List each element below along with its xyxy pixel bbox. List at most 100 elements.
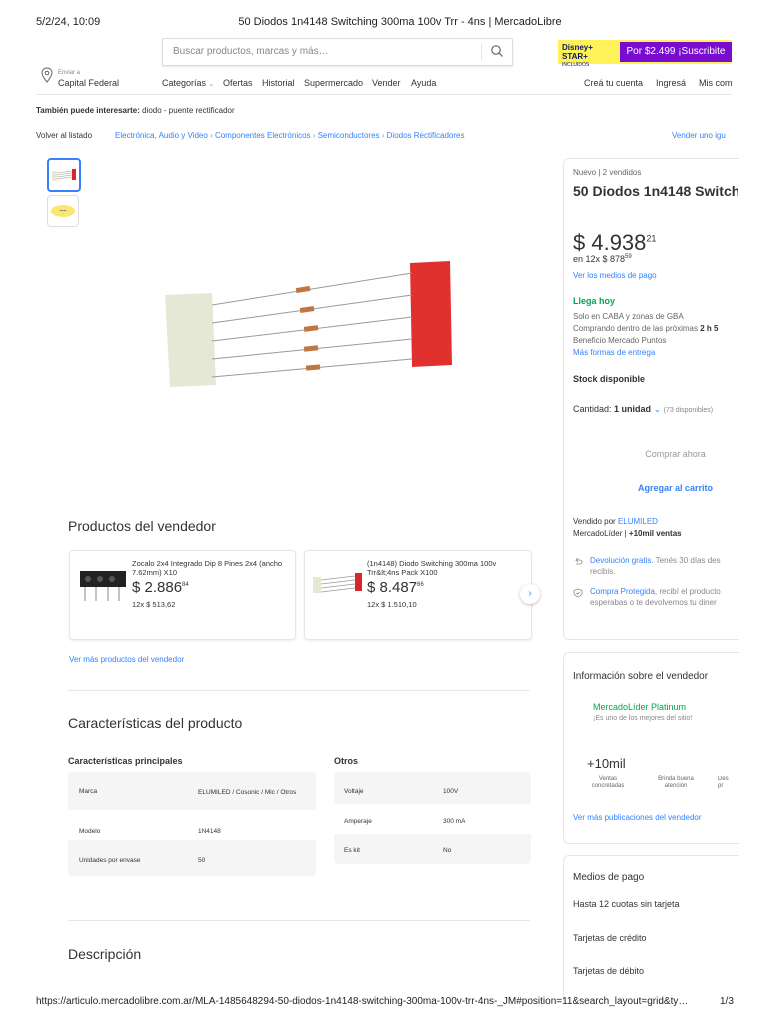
disney-promo-banner[interactable]: Disney+ STAR+ INCLUIDOS Por $2.499 ¡Suscr… <box>558 40 732 68</box>
vendor-more-link[interactable]: Ver más productos del vendedor <box>69 655 184 664</box>
breadcrumb-item[interactable]: Componentes Electrónicos <box>215 131 311 140</box>
search-icon[interactable] <box>490 44 504 58</box>
spec-value: ELUMILED / Cosonic / Mic / Otros <box>198 789 297 796</box>
svg-text:~~: ~~ <box>59 209 67 215</box>
nav-supermercado[interactable]: Supermercado <box>304 78 363 88</box>
specs-other-title: Otros <box>334 756 359 766</box>
chevron-right-icon: › <box>528 588 532 599</box>
chevron-down-icon[interactable]: ⌄ <box>654 404 662 414</box>
chevron-right-icon: › <box>210 131 213 140</box>
nav-categorias[interactable]: Categorías ⌄ <box>162 78 214 88</box>
table-row-alt <box>68 810 316 840</box>
specs-main-table: Marca ELUMILED / Cosonic / Mic / Otros M… <box>68 772 316 876</box>
print-datetime: 5/2/24, 10:09 <box>36 16 101 28</box>
spec-value: 50 <box>198 857 206 864</box>
breadcrumb-item[interactable]: Diodos Rectificadores <box>387 131 465 140</box>
spec-key: Modelo <box>79 828 101 835</box>
vendor-product-price: $ 2.88684 <box>132 579 189 596</box>
search-input[interactable]: Buscar productos, marcas y más… <box>173 46 329 57</box>
seller-level: MercadoLíder Platinum <box>593 702 687 712</box>
brand-logo-thumb: ~~ <box>51 205 75 217</box>
related-links[interactable]: diodo - puente rectificador <box>142 106 235 115</box>
nav-ofertas[interactable]: Ofertas <box>223 78 253 88</box>
product-title: 50 Diodos 1n4148 Switch 300ma 100v Trr -… <box>573 183 738 200</box>
seller-info-title: Información sobre el vendedor <box>573 671 709 682</box>
location-label[interactable]: Enviar a <box>58 70 80 76</box>
breadcrumb-item[interactable]: Electrónica, Audio y Video <box>115 131 208 140</box>
back-to-list-link[interactable]: Volver al listado <box>36 131 92 140</box>
seller-sales-count: +10mil <box>587 756 626 771</box>
search-divider <box>481 43 482 61</box>
product-title-line: 50 Diodos 1n4148 Switch 300ma 100v Trr -… <box>573 183 738 199</box>
chevron-down-icon: ⌄ <box>208 81 215 88</box>
my-purchases-link[interactable]: Mis com <box>699 78 733 88</box>
print-page-number: 1/3 <box>720 996 734 1007</box>
spec-key: Voltaje <box>344 788 364 795</box>
purchase-protection-2: esperabas o te devolvemos tu diner <box>590 598 717 607</box>
vendor-product-card[interactable]: Zocalo 2x4 Integrado Dip 8 Pines 2x4 (an… <box>69 550 296 640</box>
related-label: También puede interesarte: <box>36 106 140 115</box>
breadcrumb: Electrónica, Audio y Video › Componentes… <box>115 131 464 140</box>
create-account-link[interactable]: Creá tu cuenta <box>584 78 643 88</box>
product-price: $ 4.93821 <box>573 230 657 255</box>
spec-key: Marca <box>79 788 98 795</box>
header-divider <box>36 94 732 95</box>
condition-sold: Nuevo | 2 vendidos <box>573 168 642 177</box>
seller-stat-sales: Ventas concretadas <box>591 776 625 789</box>
location-pin-icon[interactable] <box>40 67 54 83</box>
promo-subscribe-button[interactable]: Por $2.499 ¡Suscribite <box>620 42 732 62</box>
stock-status: Stock disponible <box>573 374 646 384</box>
carousel-next-button[interactable]: › <box>520 584 540 604</box>
return-policy: Devolución gratis. Tenés 30 días des <box>590 556 721 565</box>
thumbnail-2[interactable]: ~~ <box>47 195 79 227</box>
vendor-products-title: Productos del vendedor <box>68 518 216 534</box>
login-link[interactable]: Ingresá <box>656 78 686 88</box>
description-title: Descripción <box>68 946 142 962</box>
vendor-product-installments: 12x $ 513,62 <box>132 600 176 609</box>
spec-value: 300 mA <box>443 818 466 825</box>
seller-badge: MercadoLíder | +10mil ventas <box>573 529 682 538</box>
nav-ayuda[interactable]: Ayuda <box>411 78 436 88</box>
seller-stat-attention: Brinda buena atención <box>658 776 694 789</box>
section-divider <box>68 690 530 691</box>
nav-historial[interactable]: Historial <box>262 78 295 88</box>
breadcrumb-item[interactable]: Semiconductores <box>318 131 380 140</box>
spec-value: No <box>443 847 452 854</box>
payment-item[interactable]: Hasta 12 cuotas sin tarjeta <box>573 899 680 909</box>
delivery-countdown: Comprando dentro de las próximas 2 h 5 <box>573 324 719 333</box>
return-link[interactable]: Devolución gratis. <box>590 556 654 565</box>
thumbnail-1[interactable] <box>47 158 81 192</box>
payment-methods-link[interactable]: Ver los medios de pago <box>573 271 657 280</box>
seller-link[interactable]: ELUMILED <box>618 517 658 526</box>
spec-value: 1N4148 <box>198 828 221 835</box>
protection-link[interactable]: Compra Protegida, <box>590 587 657 596</box>
location-value[interactable]: Capital Federal <box>58 78 119 88</box>
more-delivery-link[interactable]: Más formas de entrega <box>573 348 655 357</box>
payment-item[interactable]: Tarjetas de débito <box>573 966 644 976</box>
spec-key: Amperaje <box>344 818 372 825</box>
return-icon <box>575 557 583 565</box>
specs-main-title: Características principales <box>68 756 183 766</box>
seller-more-link[interactable]: Ver más publicaciones del vendedor <box>573 813 702 822</box>
purchase-protection: Compra Protegida, recibí el producto <box>590 587 721 596</box>
search-box[interactable]: Buscar productos, marcas y más… <box>162 38 513 66</box>
diodes-thumb-image <box>52 169 76 181</box>
delivery-title: Llega hoy <box>573 296 616 306</box>
sell-similar-link[interactable]: Vender uno igu <box>672 131 732 140</box>
nav-vender[interactable]: Vender <box>372 78 401 88</box>
buy-now-button[interactable]: Comprar ahora <box>573 440 768 468</box>
sold-by: Vendido por ELUMILED <box>573 517 658 526</box>
dip-socket-image <box>80 571 126 601</box>
payment-item[interactable]: Tarjetas de crédito <box>573 933 647 943</box>
vendor-product-name: (1n4148) Diodo Switching 300ma 100v Trr&… <box>367 559 497 577</box>
vendor-product-card[interactable]: (1n4148) Diodo Switching 300ma 100v Trr&… <box>304 550 532 640</box>
vendor-product-name: Zocalo 2x4 Integrado Dip 8 Pines 2x4 (an… <box>132 559 283 577</box>
specs-title: Características del producto <box>68 715 243 731</box>
vendor-product-installments: 12x $ 1.510,10 <box>367 600 417 609</box>
payments-title: Medios de pago <box>573 872 645 883</box>
quantity-selector[interactable]: Cantidad: 1 unidad ⌄ (73 disponibles) <box>573 404 713 415</box>
product-main-image[interactable] <box>160 255 460 405</box>
add-to-cart-button[interactable]: Agregar al carrito <box>573 474 768 502</box>
related-searches: También puede interesarte: diodo - puent… <box>36 106 235 115</box>
